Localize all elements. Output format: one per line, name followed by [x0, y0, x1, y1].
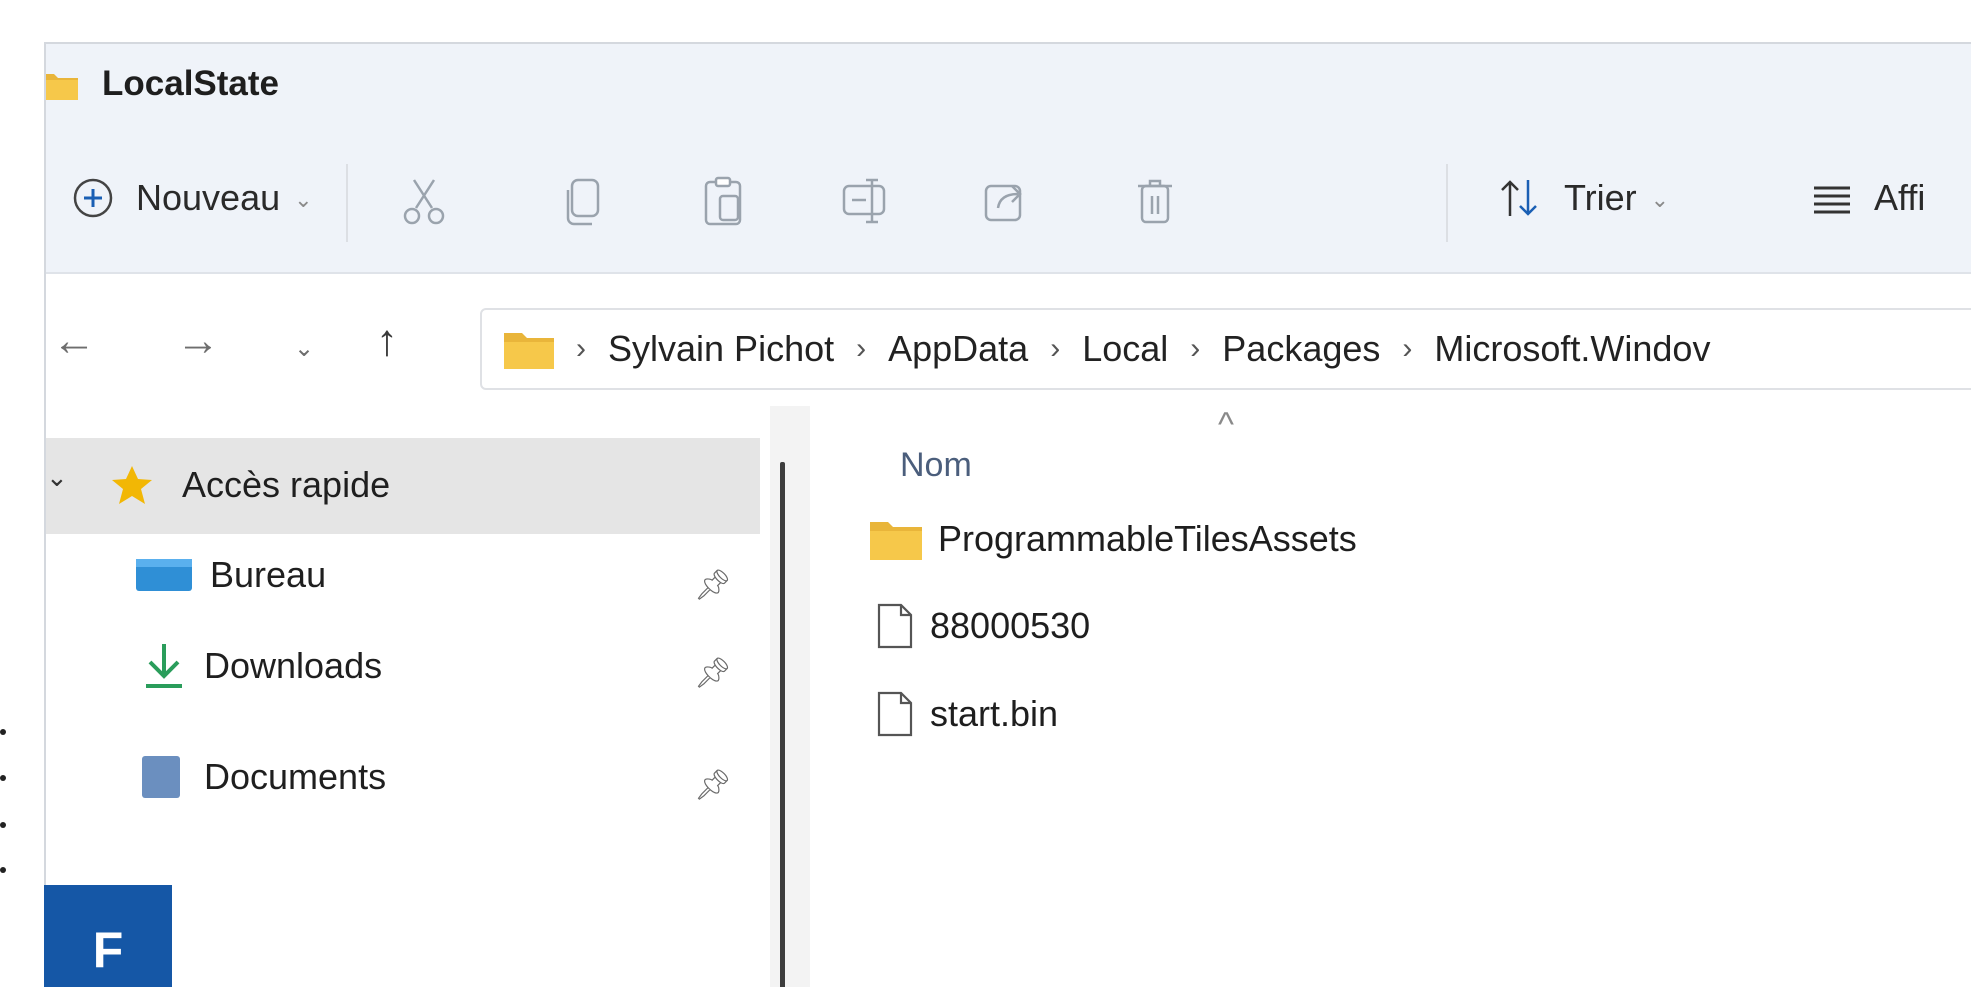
pin-icon[interactable]: 📌︎ [694, 568, 732, 603]
file-row[interactable]: 88000530 [876, 602, 1090, 650]
title-bar: LocalState [46, 44, 1971, 124]
file-row-folder[interactable]: ProgrammableTilesAssets [870, 518, 1357, 560]
desktop-icon [136, 559, 192, 591]
breadcrumb-local[interactable]: Local [1082, 328, 1168, 370]
address-bar[interactable]: › Sylvain Pichot › AppData › Local › Pac… [480, 308, 1971, 390]
sidebar-item-label: Downloads [204, 645, 383, 686]
rename-icon[interactable] [838, 174, 894, 228]
sort-button[interactable]: Trier ⌄ [1496, 168, 1669, 228]
view-button-label: Affi [1874, 177, 1926, 218]
column-header-name[interactable]: Nom [900, 446, 972, 485]
sidebar-item-label: Documents [204, 756, 387, 797]
breadcrumb-packages[interactable]: Packages [1222, 328, 1380, 370]
forward-arrow-icon[interactable]: → [176, 316, 220, 366]
toolbar-divider [346, 164, 348, 242]
new-button-label: Nouveau [136, 177, 281, 218]
view-button[interactable]: Affi [1812, 168, 1925, 228]
up-arrow-icon[interactable]: ↑ [376, 316, 398, 366]
paste-icon[interactable] [696, 174, 752, 228]
folder-icon [504, 333, 554, 369]
download-icon [146, 644, 182, 688]
badge-letter: F [92, 922, 124, 978]
pane-splitter[interactable] [780, 462, 785, 987]
cut-icon[interactable] [396, 174, 452, 228]
brand-badge: F [44, 885, 172, 987]
sidebar-item-downloads[interactable]: Downloads [142, 642, 382, 690]
pin-icon[interactable]: 📌︎ [694, 656, 732, 691]
chevron-down-icon: ⌄ [46, 462, 68, 492]
folder-icon [46, 74, 78, 100]
list-view-icon [1814, 186, 1850, 214]
command-bar: Nouveau ⌄ Trier ⌄ Affi [46, 124, 1971, 274]
file-name: ProgrammableTilesAssets [938, 518, 1357, 559]
delete-icon[interactable] [1128, 174, 1184, 228]
pane-splitter-track [770, 406, 810, 987]
recent-dropdown-icon[interactable]: ⌄ [294, 334, 314, 363]
breadcrumb-user[interactable]: Sylvain Pichot [608, 328, 834, 370]
new-button[interactable]: Nouveau ⌄ [72, 168, 313, 228]
star-icon [112, 466, 152, 504]
sidebar-item-documents[interactable]: Documents [136, 754, 386, 800]
file-row[interactable]: start.bin [876, 690, 1058, 738]
sort-ascending-icon: ^ [1218, 406, 1234, 444]
toolbar-divider [1446, 164, 1448, 242]
breadcrumb-separator: › [856, 332, 867, 365]
breadcrumb-appdata[interactable]: AppData [888, 328, 1028, 370]
breadcrumb-separator: › [1050, 332, 1061, 365]
file-name: 88000530 [930, 605, 1091, 646]
pin-icon[interactable]: 📌︎ [694, 768, 732, 803]
sidebar-item-bureau[interactable]: Bureau [136, 554, 326, 596]
breadcrumb-microsoft-windows[interactable]: Microsoft.Windov [1434, 328, 1710, 370]
back-arrow-icon[interactable]: ← [52, 316, 96, 366]
sort-button-label: Trier [1564, 177, 1637, 218]
edge-marks [0, 720, 10, 910]
file-icon [877, 691, 913, 737]
sidebar-item-quick-access[interactable]: ⌄ Accès rapide [46, 438, 760, 534]
file-icon [877, 603, 913, 649]
address-row: ← → ⌄ ↑ › Sylvain Pichot › AppData › Loc… [46, 276, 1971, 406]
window-title: LocalState [102, 64, 279, 103]
plus-circle-icon [73, 178, 113, 218]
sidebar-item-label: Bureau [210, 554, 327, 595]
breadcrumb-separator: › [1402, 332, 1413, 365]
file-explorer-window: LocalState Nouveau ⌄ Trier ⌄ Affi ← → ⌄ … [44, 42, 1971, 987]
chevron-down-icon: ⌄ [1650, 187, 1670, 212]
file-name: start.bin [930, 693, 1059, 734]
chevron-down-icon: ⌄ [294, 187, 313, 212]
breadcrumb-separator: › [576, 332, 586, 365]
breadcrumb-separator: › [1190, 332, 1201, 365]
sort-arrows-icon [1501, 180, 1537, 216]
copy-icon[interactable] [556, 174, 612, 228]
file-list: ^ Nom ProgrammableTilesAssets 88000530 s… [810, 406, 1971, 987]
documents-icon [142, 756, 180, 798]
share-icon[interactable] [978, 174, 1034, 228]
quick-access-label: Accès rapide [182, 464, 391, 505]
folder-icon [870, 522, 922, 560]
